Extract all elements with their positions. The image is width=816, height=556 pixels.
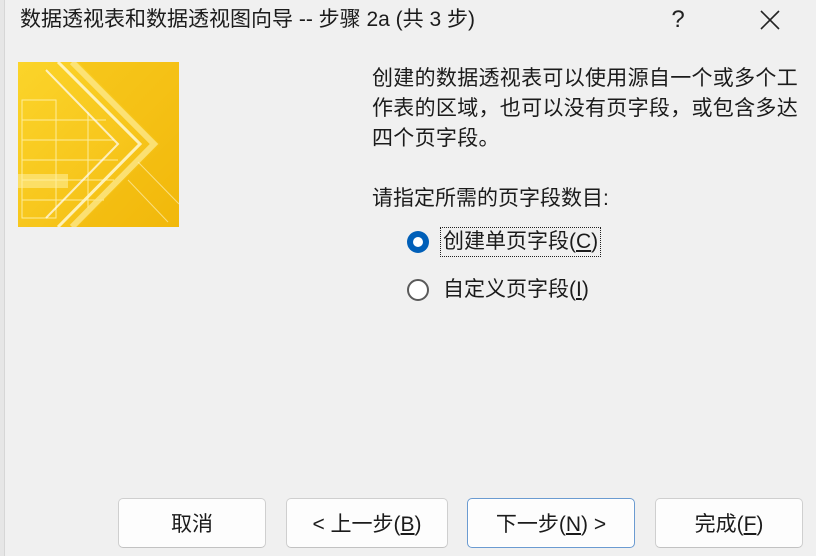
option-label: 自定义页字段(I) — [443, 278, 589, 301]
accelerator-key: B — [400, 513, 415, 536]
window-title: 数据透视表和数据透视图向导 -- 步骤 2a (共 3 步) — [20, 8, 476, 31]
question-mark-icon: ? — [671, 6, 685, 33]
close-icon — [760, 10, 780, 30]
close-button[interactable] — [746, 0, 794, 40]
cancel-button[interactable]: 取消 — [118, 498, 266, 548]
title-bar: 数据透视表和数据透视图向导 -- 步骤 2a (共 3 步) ? — [0, 0, 816, 40]
back-label: < 上一步(B) — [312, 513, 422, 536]
next-button[interactable]: 下一步(N) > — [467, 498, 635, 548]
finish-label: 完成(F) — [694, 513, 764, 536]
option-custom-page-fields[interactable]: 自定义页字段(I) — [407, 275, 591, 305]
accelerator-key: N — [565, 513, 582, 536]
option-label: 创建单页字段(C) — [439, 227, 602, 257]
radio-button-checked[interactable] — [407, 231, 429, 253]
accelerator-key: F — [743, 513, 757, 536]
wizard-description: 创建的数据透视表可以使用源自一个或多个工作表的区域，也可以没有页字段，或包含多达… — [372, 67, 798, 150]
back-button[interactable]: < 上一步(B) — [286, 498, 448, 548]
accelerator-key: C — [576, 230, 592, 253]
help-button[interactable]: ? — [654, 0, 702, 40]
finish-button[interactable]: 完成(F) — [655, 498, 803, 548]
wizard-banner-image — [18, 62, 179, 227]
page-field-prompt: 请指定所需的页字段数目: — [372, 187, 609, 210]
cancel-label: 取消 — [171, 513, 213, 536]
next-label: 下一步(N) > — [495, 513, 607, 536]
window-edge — [0, 0, 5, 556]
pivot-wizard-dialog: 数据透视表和数据透视图向导 -- 步骤 2a (共 3 步) ? 创建的数据透视… — [0, 0, 816, 556]
radio-button-unchecked[interactable] — [407, 279, 429, 301]
option-single-page-field[interactable]: 创建单页字段(C) — [407, 227, 602, 257]
